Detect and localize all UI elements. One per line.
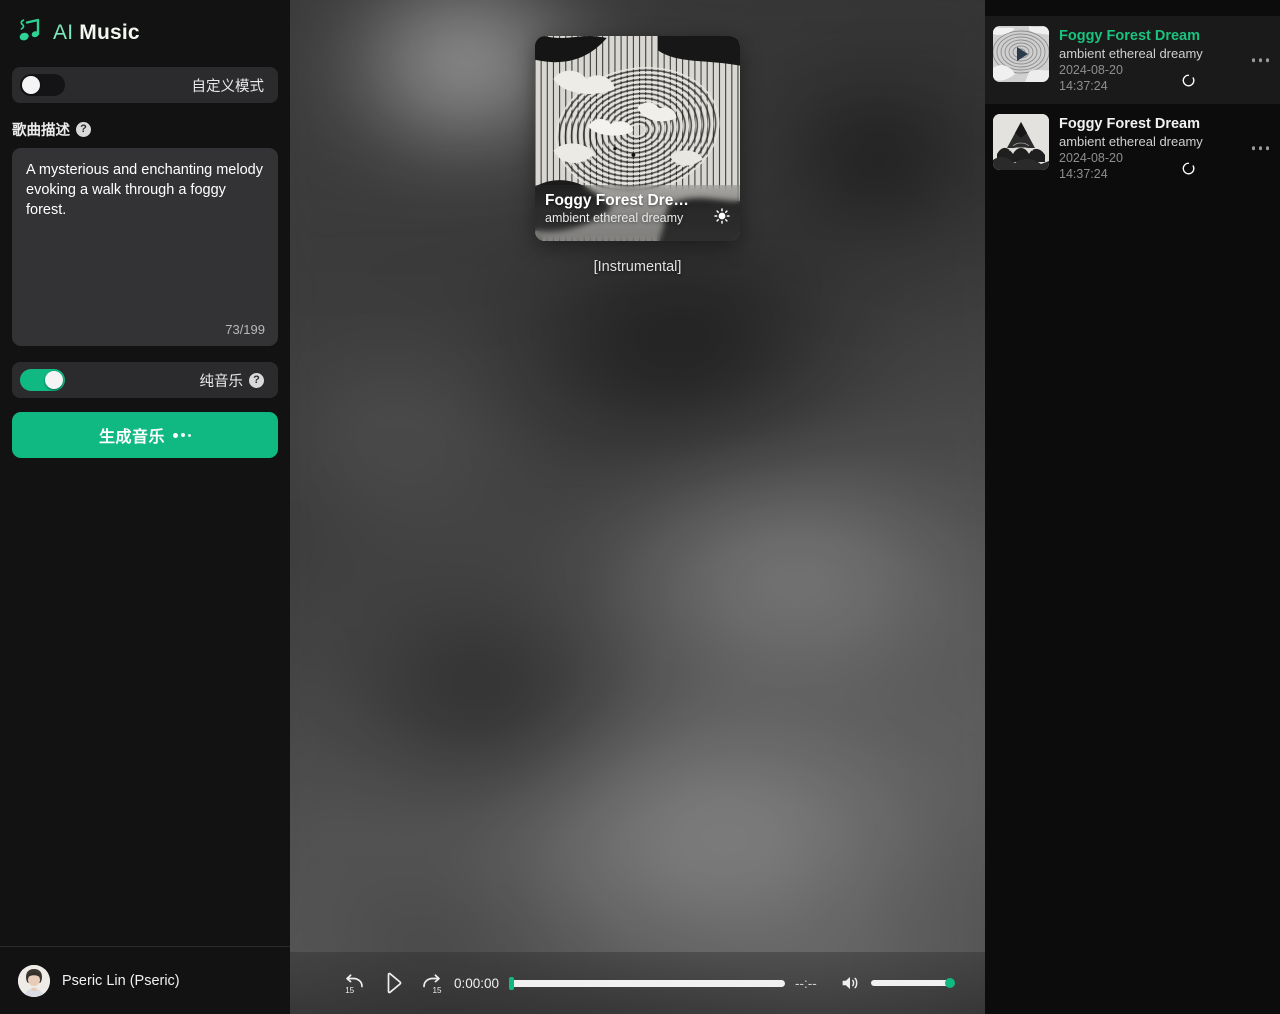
rewind-15-button[interactable]: 15 [340,968,370,998]
play-button[interactable] [378,968,408,998]
more-options-icon[interactable] [1250,52,1272,68]
album-artwork-card[interactable]: Foggy Forest Dre… ambient ethereal dream… [535,36,740,241]
generate-music-label: 生成音乐 [98,429,165,446]
player-main-area: Foggy Forest Dre… ambient ethereal dream… [290,0,985,1014]
forward-15-button[interactable]: 15 [416,968,446,998]
track-list-item[interactable]: Foggy Forest Dream ambient ethereal drea… [985,16,1280,104]
track-info: Foggy Forest Dream ambient ethereal drea… [1059,114,1270,182]
track-time: 14:37:24 [1059,79,1108,93]
generate-music-button[interactable]: 生成音乐 [12,412,278,458]
rewind-15-icon: 15 [345,974,363,995]
custom-mode-row[interactable]: 自定义模式 [12,67,278,103]
track-thumbnail[interactable] [993,26,1049,82]
music-note-icon [14,17,44,47]
toggle-knob [45,371,63,389]
app-root: AI Music 自定义模式 歌曲描述 ? A mysterious and e… [0,0,1280,1014]
song-description-input[interactable]: A mysterious and enchanting melody evoki… [12,148,278,346]
instrumental-row[interactable]: 纯音乐 ? [12,362,278,398]
track-date: 2024-08-20 [1059,63,1123,77]
loading-spinner-icon [1181,161,1196,176]
track-tags: ambient ethereal dreamy [1059,134,1203,149]
track-thumbnail[interactable] [993,114,1049,170]
character-counter: 73/199 [225,322,265,337]
track-info: Foggy Forest Dream ambient ethereal drea… [1059,26,1270,94]
app-title: AI Music [53,22,140,43]
play-icon [387,972,402,994]
instrumental-toggle[interactable] [20,369,65,391]
custom-mode-label: 自定义模式 [191,78,265,95]
progress-slider[interactable] [509,976,786,990]
track-list-item[interactable]: Foggy Forest Dream ambient ethereal drea… [985,104,1280,192]
description-label-row: 歌曲描述 ? [12,119,278,140]
artwork-tags: ambient ethereal dreamy [545,211,684,225]
brand-ai-text: AI [53,20,74,44]
loading-dots-icon [173,432,191,438]
svg-text:15: 15 [433,986,442,995]
help-icon[interactable]: ? [249,372,264,388]
track-list-panel: Foggy Forest Dream ambient ethereal drea… [985,0,1280,1014]
track-time: 14:37:24 [1059,167,1108,181]
track-title: Foggy Forest Dream [1059,28,1200,44]
volume-icon[interactable] [839,972,861,994]
artwork-info-overlay: Foggy Forest Dre… ambient ethereal dream… [535,185,740,241]
track-date: 2024-08-20 [1059,151,1123,165]
track-title: Foggy Forest Dream [1059,116,1200,132]
custom-mode-toggle[interactable] [20,74,65,96]
user-profile[interactable]: Pseric Lin (Pseric) [0,946,290,1014]
center-content: Foggy Forest Dre… ambient ethereal dream… [290,0,985,1014]
volume-control [839,972,955,994]
total-time: --:-- [795,975,817,991]
brand-music-text: Music [79,20,140,44]
forward-15-icon: 15 [423,974,442,995]
app-brand: AI Music [0,0,290,50]
user-name: Pseric Lin (Pseric) [62,972,180,989]
progress-thumb[interactable] [509,976,515,990]
player-controls-bar: 15 15 0:00:00 --:-- [290,952,985,1014]
sparkle-icon[interactable] [714,208,730,224]
volume-thumb[interactable] [944,978,955,988]
sidebar: AI Music 自定义模式 歌曲描述 ? A mysterious and e… [0,0,290,1014]
volume-slider[interactable] [870,978,955,988]
instrumental-label: 纯音乐 [199,373,244,390]
more-options-icon[interactable] [1250,140,1272,156]
artwork-title: Foggy Forest Dre… [545,192,689,209]
toggle-knob [22,76,40,94]
track-tags: ambient ethereal dreamy [1059,46,1203,61]
description-label: 歌曲描述 [12,123,70,139]
loading-spinner-icon [1181,73,1196,88]
instrumental-label-row: 纯音乐 ? [199,370,264,391]
help-icon[interactable]: ? [76,122,91,137]
sidebar-form: 自定义模式 歌曲描述 ? A mysterious and enchanting… [0,50,290,458]
play-icon [993,26,1049,82]
avatar [18,964,50,997]
song-description-value: A mysterious and enchanting melody evoki… [26,162,268,218]
current-time: 0:00:00 [454,975,500,991]
svg-text:15: 15 [345,986,354,995]
lyrics-text: [Instrumental] [593,259,682,275]
